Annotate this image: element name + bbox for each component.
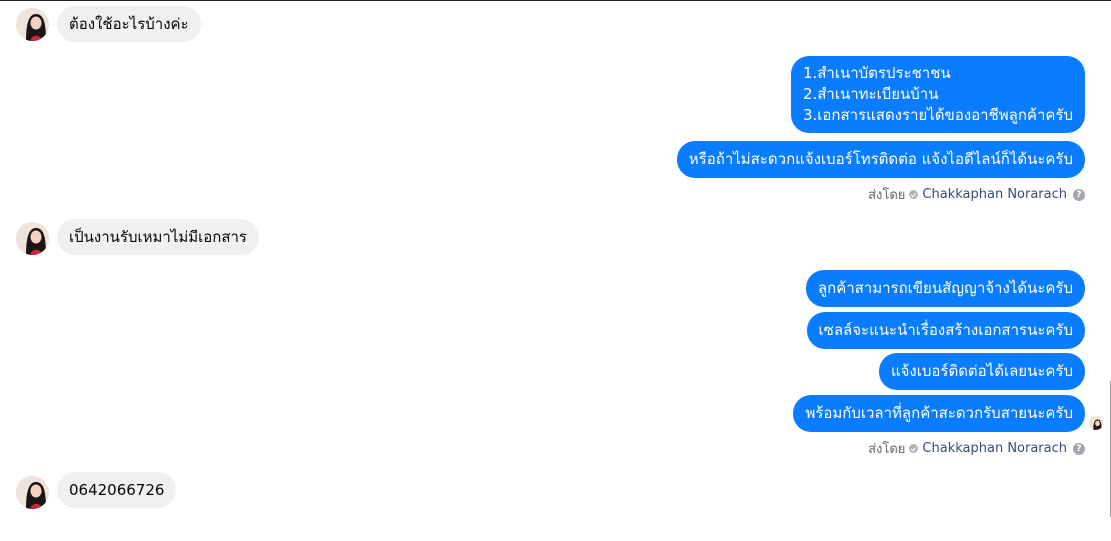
help-icon[interactable]: ?: [1073, 188, 1085, 201]
sent-by-label: ส่งโดย: [868, 188, 906, 203]
outgoing-message[interactable]: 1.สำเนาบัตรประชาชน 2.สำเนาทะเบียนบ้าน 3.…: [790, 56, 1085, 133]
outgoing-message[interactable]: หรือถ้าไม่สะดวกแจ้งเบอร์โทรติดต่อ แจ้งไอ…: [676, 141, 1085, 178]
message-text: 0642066726: [69, 481, 165, 499]
outgoing-message[interactable]: เซลล์จะแนะนำเรื่องสร้างเอกสารนะครับ: [806, 312, 1085, 349]
avatar-image-icon: [16, 222, 49, 255]
avatar-image-icon: [16, 8, 49, 41]
sender-name[interactable]: Chakkaphan Norarach: [922, 441, 1067, 456]
check-circle-icon: [909, 444, 919, 453]
contact-avatar[interactable]: [16, 476, 49, 509]
check-circle-icon: [909, 190, 919, 199]
incoming-message[interactable]: เป็นงานรับเหมาไม่มีเอกสาร: [57, 219, 259, 255]
message-text: ต้องใช้อะไรบ้างค่ะ: [69, 15, 189, 33]
message-text: หรือถ้าไม่สะดวกแจ้งเบอร์โทรติดต่อ แจ้งไอ…: [688, 150, 1073, 168]
message-line: 2.สำเนาทะเบียนบ้าน: [802, 85, 939, 103]
sent-by-label: ส่งโดย: [868, 442, 906, 457]
incoming-message[interactable]: 0642066726: [57, 472, 177, 508]
contact-avatar[interactable]: [16, 8, 49, 41]
message-text: แจ้งเบอร์ติดต่อได้เลยนะครับ: [890, 362, 1073, 380]
seen-avatar-image-icon: [1089, 417, 1103, 430]
message-text: ลูกค้าสามารถเขียนสัญญาจ้างได้นะครับ: [817, 279, 1073, 297]
message-line: 3.เอกสารแสดงรายได้ของอาชีพลูกค้าครับ: [802, 106, 1073, 124]
sent-by-indicator: ส่งโดย Chakkaphan Norarach ?: [868, 184, 1085, 205]
outgoing-message[interactable]: พร้อมกับเวลาที่ลูกค้าสะดวกรับสายนะครับ: [793, 395, 1085, 432]
outgoing-message[interactable]: ลูกค้าสามารถเขียนสัญญาจ้างได้นะครับ: [805, 270, 1085, 307]
avatar-image-icon: [16, 476, 49, 509]
message-text: เซลล์จะแนะนำเรื่องสร้างเอกสารนะครับ: [818, 321, 1073, 339]
sent-by-indicator: ส่งโดย Chakkaphan Norarach ?: [868, 438, 1085, 459]
seen-receipt-avatar: [1089, 416, 1103, 430]
sender-name[interactable]: Chakkaphan Norarach: [922, 187, 1067, 202]
help-icon[interactable]: ?: [1073, 442, 1085, 455]
message-text: เป็นงานรับเหมาไม่มีเอกสาร: [69, 228, 247, 246]
incoming-message[interactable]: ต้องใช้อะไรบ้างค่ะ: [57, 6, 201, 42]
message-text: พร้อมกับเวลาที่ลูกค้าสะดวกรับสายนะครับ: [805, 404, 1073, 422]
outgoing-message[interactable]: แจ้งเบอร์ติดต่อได้เลยนะครับ: [878, 353, 1085, 390]
contact-avatar[interactable]: [16, 222, 49, 255]
message-line: 1.สำเนาบัตรประชาชน: [802, 64, 951, 82]
